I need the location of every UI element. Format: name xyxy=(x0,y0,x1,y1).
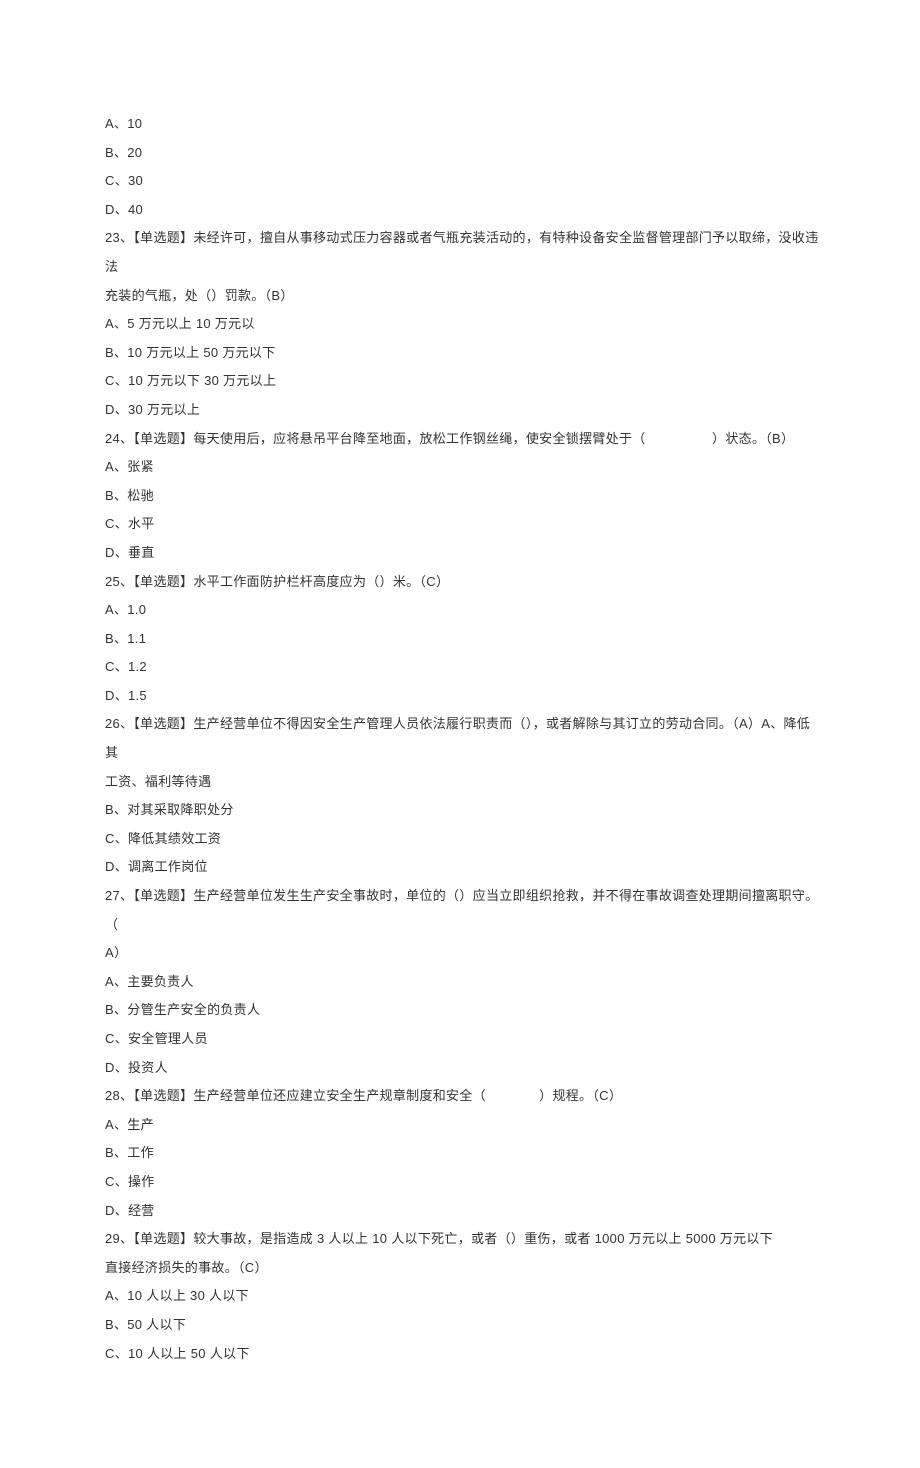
text-line: A、张紧 xyxy=(105,453,820,482)
text-line: A、10 xyxy=(105,110,820,139)
text-line: A、1.0 xyxy=(105,596,820,625)
text-line: B、10 万元以上 50 万元以下 xyxy=(105,339,820,368)
text-line: C、30 xyxy=(105,167,820,196)
question-line: 25、【单选题】水平工作面防护栏杆高度应为（）米。（C） xyxy=(105,568,820,597)
text-line: D、40 xyxy=(105,196,820,225)
text-line: D、1.5 xyxy=(105,682,820,711)
document-content: A、10 B、20 C、30 D、40 23、【单选题】未经许可，擅自从事移动式… xyxy=(105,110,820,1368)
question-line: 工资、福利等待遇 xyxy=(105,768,820,797)
text-line: C、10 万元以下 30 万元以上 xyxy=(105,367,820,396)
question-line: A） xyxy=(105,939,820,968)
question-line: 直接经济损失的事故。（C） xyxy=(105,1254,820,1283)
text-line: A、生产 xyxy=(105,1111,820,1140)
text-line: B、分管生产安全的负责人 xyxy=(105,996,820,1025)
question-line: 充装的气瓶，处（）罚款。（B） xyxy=(105,282,820,311)
text-line: C、降低其绩效工资 xyxy=(105,825,820,854)
text-line: B、松驰 xyxy=(105,482,820,511)
text-line: A、主要负责人 xyxy=(105,968,820,997)
text-line: D、投资人 xyxy=(105,1054,820,1083)
text-line: C、水平 xyxy=(105,510,820,539)
question-line: 27、【单选题】生产经营单位发生生产安全事故时，单位的（）应当立即组织抢救，并不… xyxy=(105,882,820,939)
question-line: 26、【单选题】生产经营单位不得因安全生产管理人员依法履行职责而（），或者解除与… xyxy=(105,710,820,767)
text-line: B、50 人以下 xyxy=(105,1311,820,1340)
text-line: A、10 人以上 30 人以下 xyxy=(105,1282,820,1311)
text-line: D、经营 xyxy=(105,1197,820,1226)
text-line: D、调离工作岗位 xyxy=(105,853,820,882)
text-line: B、20 xyxy=(105,139,820,168)
text-line: B、1.1 xyxy=(105,625,820,654)
text-line: A、5 万元以上 10 万元以 xyxy=(105,310,820,339)
question-line: 28、【单选题】生产经营单位还应建立安全生产规章制度和安全（ ）规程。（C） xyxy=(105,1082,820,1111)
text-line: C、10 人以上 50 人以下 xyxy=(105,1340,820,1369)
question-line: 29、【单选题】较大事故，是指造成 3 人以上 10 人以下死亡，或者（）重伤，… xyxy=(105,1225,820,1254)
text-line: B、对其采取降职处分 xyxy=(105,796,820,825)
text-line: C、安全管理人员 xyxy=(105,1025,820,1054)
text-line: D、30 万元以上 xyxy=(105,396,820,425)
question-line: 24、【单选题】每天使用后，应将悬吊平台降至地面，放松工作钢丝绳，使安全锁摆臂处… xyxy=(105,425,820,454)
text-line: C、1.2 xyxy=(105,653,820,682)
text-line: B、工作 xyxy=(105,1139,820,1168)
question-line: 23、【单选题】未经许可，擅自从事移动式压力容器或者气瓶充装活动的，有特种设备安… xyxy=(105,224,820,281)
text-line: C、操作 xyxy=(105,1168,820,1197)
text-line: D、垂直 xyxy=(105,539,820,568)
